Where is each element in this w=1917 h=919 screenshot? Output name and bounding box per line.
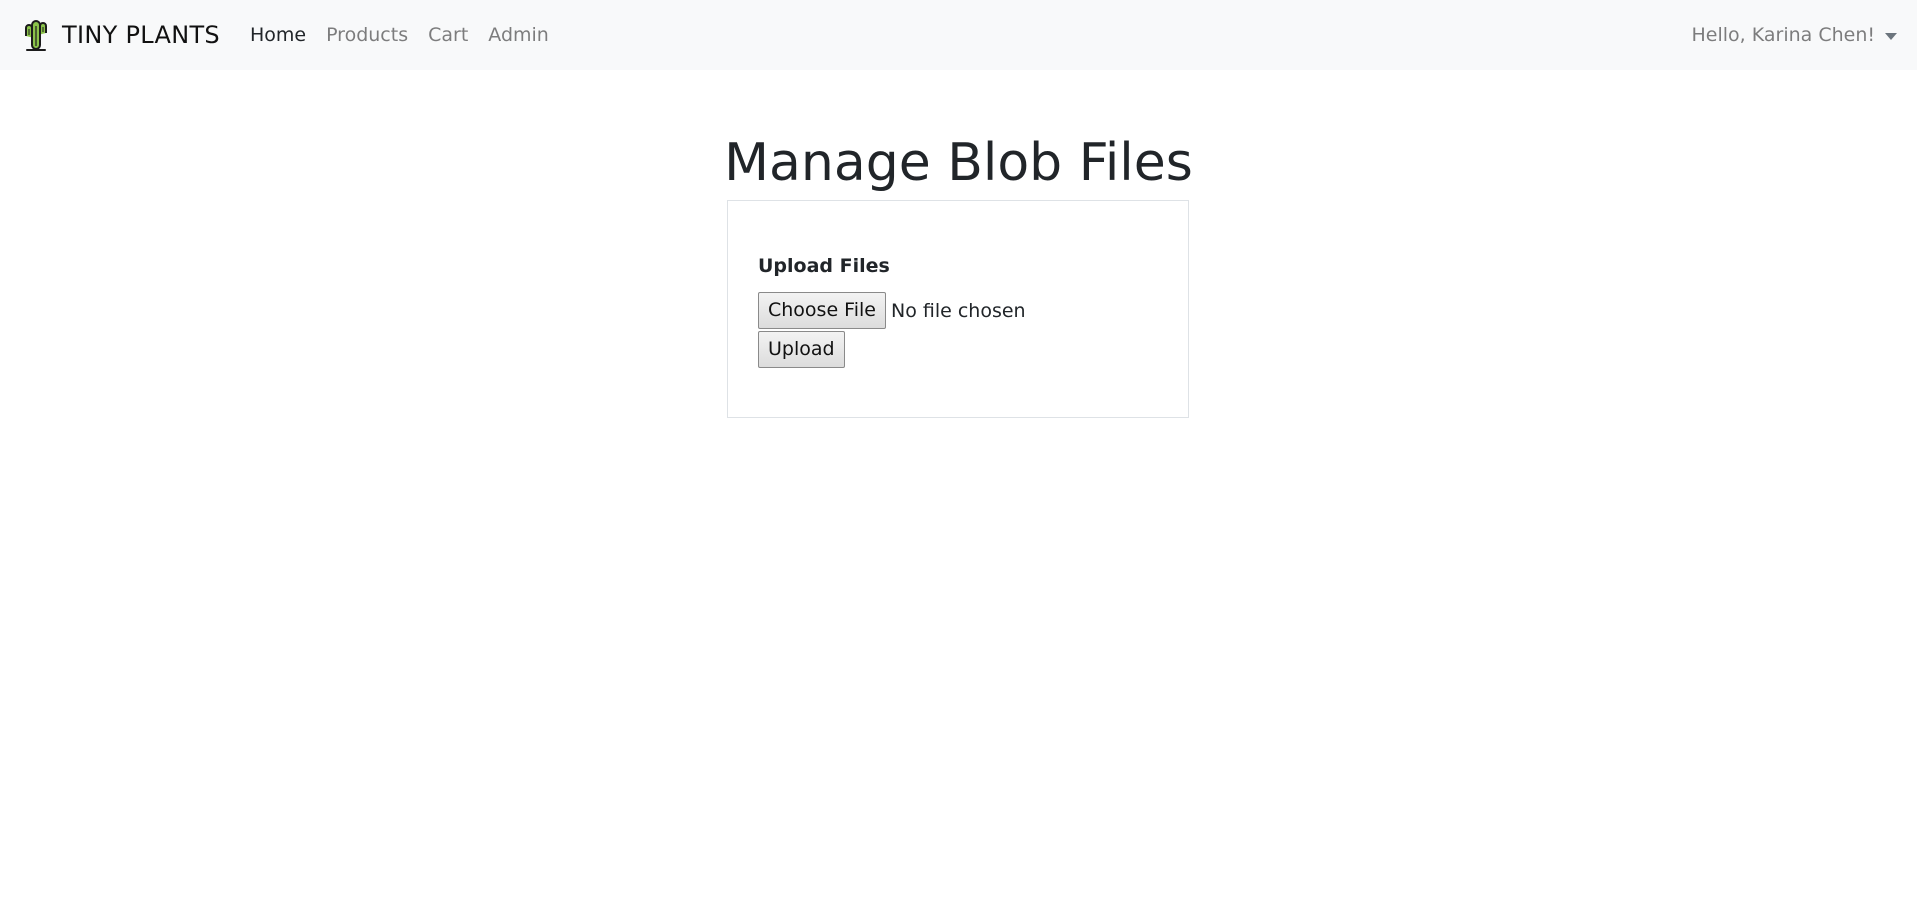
page-title: Manage Blob Files — [724, 133, 1193, 193]
nav-links: Home Products Cart Admin — [250, 0, 569, 70]
upload-row: Upload — [758, 331, 845, 368]
user-greeting: Hello, Karina Chen! — [1691, 24, 1875, 46]
nav-link-products[interactable]: Products — [326, 24, 408, 46]
nav-link-admin[interactable]: Admin — [488, 24, 549, 46]
upload-card: Upload Files Choose File No file chosen … — [727, 200, 1189, 418]
caret-down-icon — [1885, 32, 1897, 40]
nav-link-cart[interactable]: Cart — [428, 24, 468, 46]
file-status-text: No file chosen — [890, 299, 1026, 322]
user-menu-dropdown[interactable]: Hello, Karina Chen! — [1692, 0, 1897, 70]
nav-link-home[interactable]: Home — [250, 24, 306, 46]
cactus-icon — [20, 18, 52, 52]
top-navbar: TINY PLANTS Home Products Cart Admin Hel… — [0, 0, 1917, 70]
upload-heading: Upload Files — [758, 255, 890, 277]
brand-label: TINY PLANTS — [62, 21, 220, 49]
upload-button[interactable]: Upload — [758, 331, 845, 368]
brand-link[interactable]: TINY PLANTS — [20, 0, 220, 70]
choose-file-button[interactable]: Choose File — [758, 292, 886, 329]
file-input[interactable]: Choose File No file chosen — [758, 292, 1026, 329]
